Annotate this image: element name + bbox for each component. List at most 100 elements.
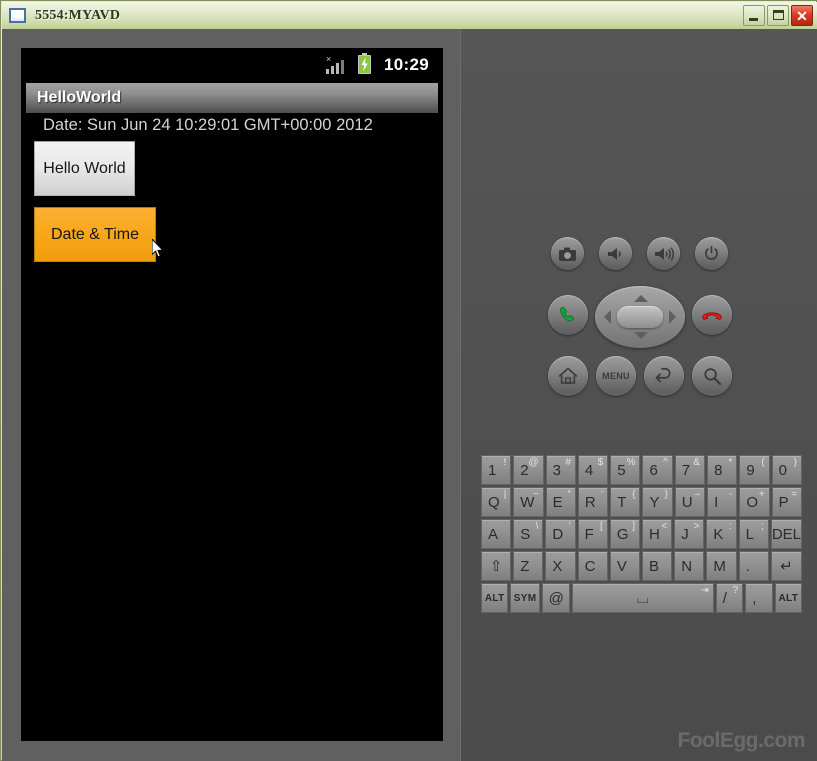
key-7[interactable]: 7 & [674, 455, 706, 485]
dpad-left-button[interactable] [604, 310, 611, 324]
key-alt-label: # [565, 457, 571, 468]
key-label: L [745, 525, 754, 543]
key-n[interactable]: N [674, 551, 705, 581]
hello-world-button-label: Hello World [43, 159, 126, 177]
key-label: X [552, 557, 563, 575]
minimize-button[interactable] [743, 5, 765, 26]
search-button[interactable] [692, 356, 732, 396]
dpad-center-button[interactable] [617, 306, 663, 328]
keyboard-row: Q | W ~ E “R ‘T{Y} U – I - O + P = [481, 487, 802, 517]
key-label: SYM [513, 592, 537, 604]
key-x[interactable]: X [545, 551, 576, 581]
hello-world-button[interactable]: Hello World [34, 141, 135, 196]
key-m[interactable]: M [706, 551, 737, 581]
maximize-icon [773, 10, 784, 20]
key-0[interactable]: 0) [771, 455, 802, 485]
key-label: ⌴ [636, 589, 649, 607]
key-alt-label: ! [503, 457, 507, 468]
close-button[interactable]: ✕ [791, 5, 813, 26]
phone-screen-area: × 10:29 HelloWorld Date: Sun Jun 24 10:2… [2, 29, 460, 761]
key-key[interactable]: , [745, 583, 773, 613]
key-alt[interactable]: ALT [774, 583, 803, 613]
key-key[interactable]: . [738, 551, 769, 581]
key-label: ALT [484, 592, 505, 604]
phone-display[interactable]: × 10:29 HelloWorld Date: Sun Jun 24 10:2… [21, 48, 443, 741]
key-shift[interactable]: ⇧ [481, 551, 512, 581]
volume-up-button[interactable] [647, 237, 680, 270]
key-d[interactable]: D ' [545, 519, 576, 549]
end-call-button[interactable] [692, 295, 732, 335]
signal-no-service-x: × [326, 53, 332, 64]
window-client-area: × 10:29 HelloWorld Date: Sun Jun 24 10:2… [2, 29, 817, 761]
key-v[interactable]: V [609, 551, 641, 581]
key-alt-label: ' [568, 521, 571, 532]
key-alt-label: ⇥ [700, 585, 709, 596]
volume-down-button[interactable] [599, 237, 632, 270]
key-j[interactable]: J > [674, 519, 705, 549]
key-label: N [681, 557, 693, 575]
key-label: @ [548, 589, 564, 607]
key-space[interactable]: ⌴ ⇥ [571, 583, 714, 613]
key-y[interactable]: Y} [642, 487, 673, 517]
key-s[interactable]: S \ [513, 519, 544, 549]
key-p[interactable]: P = [771, 487, 802, 517]
key-2[interactable]: 2 @ [513, 455, 544, 485]
key-u[interactable]: U – [674, 487, 706, 517]
back-button[interactable] [644, 356, 684, 396]
key-label: , [752, 589, 757, 607]
key-label: Q [488, 493, 500, 511]
key-4[interactable]: 4 $ [577, 455, 609, 485]
key-alt-label: } [664, 489, 668, 500]
key-k[interactable]: K: [706, 519, 737, 549]
key-g[interactable]: G] [609, 519, 641, 549]
camera-icon [559, 247, 576, 261]
key-b[interactable]: B [642, 551, 673, 581]
emulator-control-panel [460, 29, 817, 761]
key-a[interactable]: A [481, 519, 512, 549]
key-f[interactable]: F[ [577, 519, 608, 549]
key-alt-label: ‘ [600, 489, 604, 500]
key-8[interactable]: 8 * [707, 455, 738, 485]
signal-bars-no-service-icon: × [326, 53, 348, 74]
power-button[interactable] [695, 237, 728, 270]
key-enter[interactable]: ↵ [770, 551, 802, 581]
key-c[interactable]: C [577, 551, 608, 581]
maximize-button[interactable] [767, 5, 789, 26]
key-6[interactable]: 6 ^ [642, 455, 673, 485]
key-5[interactable]: 5% [610, 455, 641, 485]
key-q[interactable]: Q | [481, 487, 512, 517]
key-e[interactable]: E “ [545, 487, 576, 517]
dpad-up-button[interactable] [634, 295, 648, 302]
dpad-right-button[interactable] [669, 310, 676, 324]
key-alt[interactable]: ALT [481, 583, 509, 613]
key-o[interactable]: O + [739, 487, 770, 517]
key-label: S [520, 525, 531, 543]
app-title: HelloWorld [37, 89, 122, 106]
key-z[interactable]: Z [513, 551, 544, 581]
key-alt-label: > [693, 521, 700, 532]
key-key[interactable]: @ [541, 583, 570, 613]
home-icon [558, 367, 578, 384]
key-l[interactable]: L; [738, 519, 769, 549]
key-r[interactable]: R ‘ [577, 487, 609, 517]
emulator-keyboard: 1! 2 @3 #4 $5% 6 ^ 7 & 8 * 9(0) Q | W ~ E “R ‘T{Y} U – I - O + P =… [481, 455, 803, 615]
key-del[interactable]: DEL [770, 519, 803, 549]
key-key[interactable]: /? [715, 583, 744, 613]
key-alt-label: & [693, 457, 701, 468]
key-sym[interactable]: SYM [510, 583, 540, 613]
key-9[interactable]: 9( [739, 455, 770, 485]
key-t[interactable]: T{ [610, 487, 641, 517]
dpad-down-button[interactable] [634, 332, 648, 339]
camera-button[interactable] [551, 237, 584, 270]
date-time-button[interactable]: Date & Time [34, 207, 156, 262]
key-alt-label: | [503, 489, 507, 500]
key-3[interactable]: 3 # [545, 455, 576, 485]
call-button[interactable] [548, 295, 588, 335]
key-label: Y [649, 493, 660, 511]
home-button[interactable] [548, 356, 588, 396]
menu-button[interactable]: MENU [596, 356, 636, 396]
key-i[interactable]: I- [707, 487, 738, 517]
key-1[interactable]: 1! [481, 455, 512, 485]
key-w[interactable]: W ~ [513, 487, 544, 517]
key-h[interactable]: H < [642, 519, 673, 549]
